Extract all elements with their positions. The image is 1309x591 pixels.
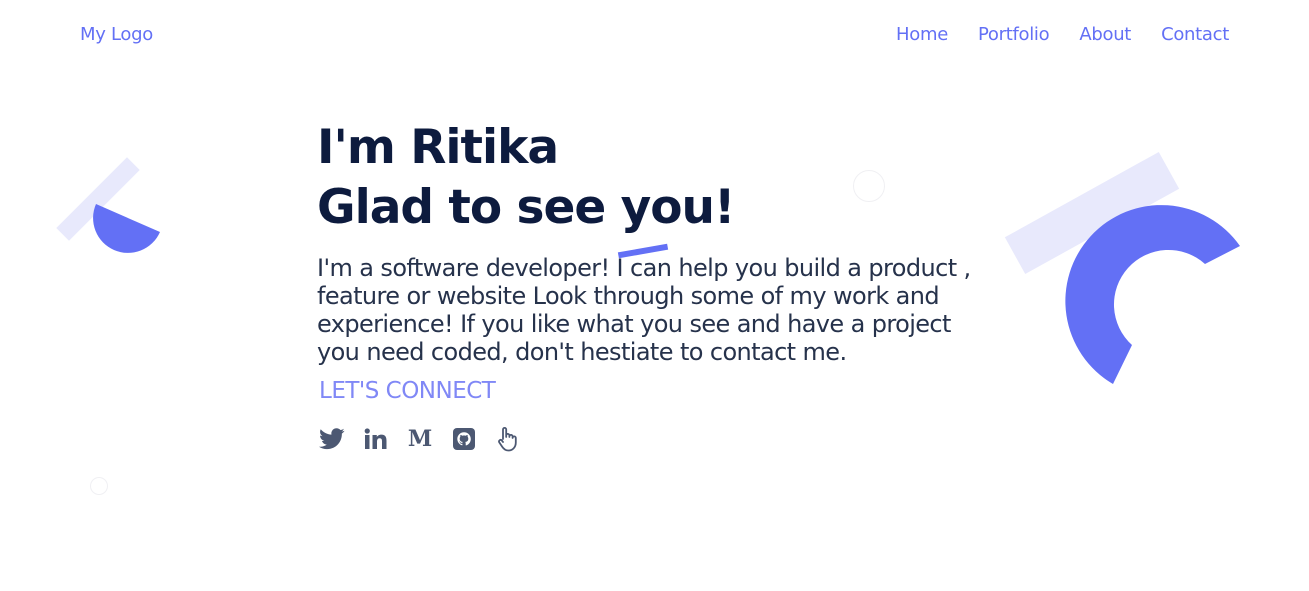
page: My Logo Home Portfolio About Contact I'm… (0, 0, 1309, 591)
nav-about-link[interactable]: About (1079, 24, 1131, 45)
nav-contact-link[interactable]: Contact (1161, 24, 1229, 45)
nav-home-link[interactable]: Home (896, 24, 948, 45)
lets-connect-link[interactable]: LET'S CONNECT (319, 378, 1007, 404)
github-icon[interactable] (449, 424, 479, 454)
decorative-ring-small (90, 477, 108, 495)
medium-icon-letter: M (407, 426, 433, 452)
hero-title-line2: Glad to see you! (317, 180, 735, 235)
decorative-half-circle (93, 204, 160, 253)
main-nav: Home Portfolio About Contact (896, 24, 1229, 45)
hero-title-line1: I'm Ritika (317, 120, 559, 175)
logo-link[interactable]: My Logo (80, 24, 153, 45)
linkedin-icon[interactable] (361, 424, 391, 454)
social-links: M (317, 424, 1007, 454)
twitter-icon[interactable] (317, 424, 347, 454)
decorative-arc (1065, 205, 1240, 384)
nav-portfolio-link[interactable]: Portfolio (978, 24, 1050, 45)
hero-description: I'm a software developer! I can help you… (317, 254, 971, 366)
hero-title: I'm Ritika Glad to see you! (317, 118, 1007, 238)
hero-section: I'm Ritika Glad to see you! I'm a softwa… (317, 118, 1007, 454)
medium-icon[interactable]: M (405, 424, 435, 454)
hand-icon[interactable] (493, 424, 523, 454)
